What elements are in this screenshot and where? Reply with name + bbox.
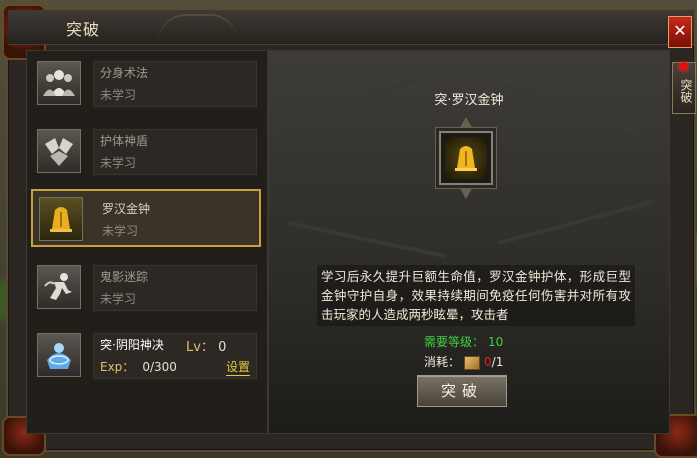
skill-name: 突·阴阳神决 bbox=[100, 338, 164, 352]
breakthrough-button[interactable]: 突破 bbox=[417, 375, 507, 407]
settings-button[interactable]: 设置 bbox=[225, 358, 250, 376]
shadow-runner-icon bbox=[37, 265, 81, 309]
cost-row: 消耗： 0/1 bbox=[424, 353, 503, 370]
skill-book-icon bbox=[464, 355, 481, 370]
requirement-value: 10 bbox=[488, 335, 504, 349]
breakthrough-window: 突破 ✕ 突破 分身术法 未学习 护体神盾 未学习 罗汉金钟 未学习 鬼影迷踪 … bbox=[2, 4, 697, 458]
shield-pieces-icon bbox=[37, 129, 81, 173]
skill-state: 未学习 bbox=[100, 292, 137, 306]
title-ornament bbox=[158, 14, 238, 42]
skill-item-yinyang[interactable]: 突·阴阳神决 Lv： 0 Exp： 0/300 设置 bbox=[31, 327, 261, 385]
close-button[interactable]: ✕ bbox=[668, 16, 692, 48]
level-value: 0 bbox=[218, 340, 227, 355]
skill-info: 鬼影迷踪 未学习 bbox=[93, 265, 257, 311]
skill-info: 突·阴阳神决 Lv： 0 Exp： 0/300 设置 bbox=[93, 333, 257, 379]
skill-state: 未学习 bbox=[102, 224, 139, 238]
detail-emblem bbox=[431, 117, 501, 199]
skill-name: 罗汉金钟 bbox=[102, 202, 151, 216]
skill-name: 鬼影迷踪 bbox=[100, 270, 149, 284]
skill-name: 护体神盾 bbox=[100, 134, 149, 148]
level-label: Lv： bbox=[186, 340, 214, 355]
frame-spike bbox=[458, 117, 474, 131]
golden-bell-icon bbox=[445, 137, 487, 179]
chain-decoration bbox=[498, 199, 655, 245]
cost-need: /1 bbox=[491, 355, 504, 369]
skill-item-golden-bell[interactable]: 罗汉金钟 未学习 bbox=[31, 189, 261, 247]
exp-value: 0/300 bbox=[142, 360, 177, 374]
exp-label: Exp： bbox=[100, 360, 135, 374]
requirement-label: 需要等级： bbox=[424, 335, 485, 349]
skill-detail-panel: 突·罗汉金钟 学习后永久提升巨额生命值，罗汉金钟护体，形成巨型金钟守护自身，效果… bbox=[268, 50, 670, 434]
skill-name: 分身术法 bbox=[100, 66, 149, 80]
level-readout: Lv： 0 bbox=[186, 336, 226, 355]
exp-readout: Exp： 0/300 bbox=[100, 358, 177, 375]
yinyang-armor-icon bbox=[37, 333, 81, 377]
skill-info: 罗汉金钟 未学习 bbox=[95, 197, 259, 243]
crowd-silhouette-icon bbox=[37, 61, 81, 105]
golden-bell-icon bbox=[39, 197, 83, 241]
skill-item-shadow[interactable]: 鬼影迷踪 未学习 bbox=[31, 259, 261, 317]
frame-spike bbox=[458, 185, 474, 199]
notification-dot bbox=[679, 62, 688, 71]
cost-have: 0 bbox=[484, 355, 492, 369]
skill-info: 分身术法 未学习 bbox=[93, 61, 257, 107]
skill-list: 分身术法 未学习 护体神盾 未学习 罗汉金钟 未学习 鬼影迷踪 未学习 突·阴阳… bbox=[26, 50, 268, 434]
skill-description: 学习后永久提升巨额生命值，罗汉金钟护体，形成巨型金钟守护自身，效果持续期间免疫任… bbox=[317, 265, 635, 326]
title-bar[interactable]: 突破 bbox=[8, 10, 694, 45]
skill-state: 未学习 bbox=[100, 88, 137, 102]
detail-title: 突·罗汉金钟 bbox=[434, 93, 504, 108]
skill-state: 未学习 bbox=[100, 156, 137, 170]
skill-item-shield[interactable]: 护体神盾 未学习 bbox=[31, 123, 261, 181]
window-title: 突破 bbox=[66, 20, 101, 39]
cost-label: 消耗： bbox=[424, 355, 461, 369]
chain-decoration bbox=[288, 221, 446, 259]
skill-info: 护体神盾 未学习 bbox=[93, 129, 257, 175]
skill-item-clone[interactable]: 分身术法 未学习 bbox=[31, 55, 261, 113]
level-requirement: 需要等级： 10 bbox=[424, 333, 503, 350]
